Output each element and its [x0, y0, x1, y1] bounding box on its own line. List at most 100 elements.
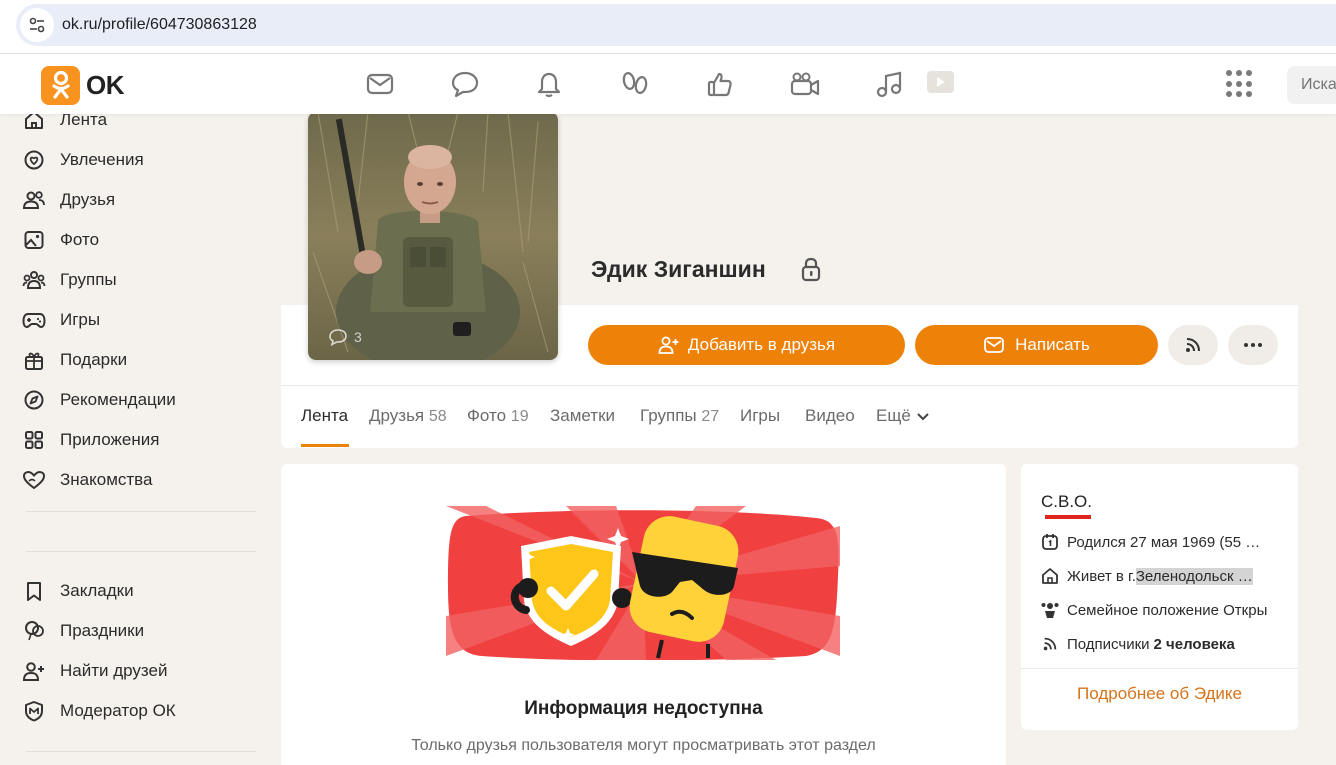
sidebar-item-label: Группы: [60, 270, 117, 289]
moderator-icon: [22, 699, 46, 723]
more-actions-button[interactable]: [1228, 325, 1278, 365]
sidebar-item-gifts[interactable]: Подарки: [22, 346, 127, 374]
add-friend-label: Добавить в друзья: [687, 335, 836, 354]
chevron-down-icon: [916, 413, 929, 421]
groups-icon: [22, 268, 46, 292]
sidebar-item-moderator[interactable]: Модератор ОК: [22, 697, 176, 725]
tab-groups[interactable]: Группы 27: [640, 406, 719, 426]
sidebar-item-bookmarks[interactable]: Закладки: [22, 577, 134, 605]
avatar-comments-count: 3: [354, 329, 362, 345]
sidebar-divider: [26, 511, 256, 512]
friends-icon: [22, 188, 46, 212]
avatar-comments[interactable]: 3: [328, 328, 362, 346]
active-tab-indicator: [301, 444, 349, 447]
subscribers-count: 2 человека: [1153, 635, 1235, 653]
subscribers-prefix: Подписчики: [1067, 635, 1150, 653]
more-about-link[interactable]: Подробнее об Эдике: [1021, 684, 1298, 704]
tab-count: 58: [428, 408, 447, 425]
family-text: Семейное положение Откры: [1067, 601, 1268, 619]
chat-icon[interactable]: [449, 68, 481, 100]
add-friend-icon: [22, 659, 46, 683]
sidebar-item-label: Рекомендации: [60, 390, 176, 409]
gift-icon: [22, 348, 46, 372]
subscribers-row[interactable]: Подписчики 2 человека: [1040, 633, 1280, 655]
sidebar-item-label: Подарки: [60, 350, 128, 369]
sidebar-item-photo[interactable]: Фото: [22, 226, 99, 254]
profile-name: Эдик Зиганшин: [591, 256, 766, 282]
write-message-button[interactable]: Написать: [915, 325, 1158, 365]
tab-games[interactable]: Игры: [740, 406, 780, 426]
tab-label: Заметки: [550, 406, 616, 425]
birthday-text: Родился 27 мая 1969 (55 …: [1067, 533, 1261, 551]
guests-icon[interactable]: [619, 68, 651, 100]
tab-video[interactable]: Видео: [805, 406, 855, 426]
sidebar-item-friends[interactable]: Друзья: [22, 186, 115, 214]
location-prefix: Живет в г.: [1067, 567, 1136, 585]
sidebar-divider: [26, 551, 256, 552]
sidebar-item-find-friends[interactable]: Найти друзей: [22, 657, 167, 685]
tab-feed[interactable]: Лента: [301, 406, 348, 426]
home-icon: [1040, 566, 1060, 586]
profile-avatar[interactable]: 3: [308, 112, 558, 360]
info-unavailable-text: Только друзья пользователя могут просмат…: [411, 737, 876, 754]
lock-icon[interactable]: [800, 256, 822, 287]
bookmark-icon: [22, 579, 46, 603]
sidebar-item-label: Праздники: [60, 621, 145, 640]
video-camera-icon[interactable]: [789, 68, 821, 100]
sidebar-item-label: Найти друзей: [60, 661, 168, 680]
tab-count: 19: [510, 408, 529, 425]
status-text: С.В.О.: [1041, 492, 1093, 511]
mail-icon: [984, 337, 1005, 353]
status-underline: [1045, 515, 1091, 519]
address-bar[interactable]: ok.ru/profile/604730863128: [16, 4, 1336, 46]
about-card-divider: [1021, 668, 1298, 669]
sidebar-item-label: Модератор ОК: [60, 701, 176, 720]
mail-icon[interactable]: [364, 68, 396, 100]
tab-more[interactable]: Ещё: [876, 406, 930, 426]
sidebar-item-dating[interactable]: Знакомства: [22, 466, 152, 494]
tab-photo[interactable]: Фото 19: [467, 406, 529, 426]
sidebar-item-hobbies[interactable]: Увлечения: [22, 146, 144, 174]
site-settings-icon[interactable]: [20, 8, 54, 42]
bell-icon[interactable]: [533, 68, 565, 100]
add-friend-icon: [658, 336, 679, 354]
sidebar-item-holidays[interactable]: Праздники: [22, 617, 144, 645]
sidebar-item-label: Фото: [60, 230, 100, 249]
subscribe-button[interactable]: [1168, 325, 1218, 365]
comment-icon: [329, 329, 347, 346]
gamepad-icon: [22, 308, 46, 332]
ok-logo[interactable]: OK: [41, 66, 125, 105]
sidebar-divider: [26, 751, 256, 752]
tab-label: Друзья: [369, 406, 425, 425]
search-input[interactable]: [1287, 66, 1336, 104]
play-icon[interactable]: [924, 66, 956, 98]
sidebar-item-games[interactable]: Игры: [22, 306, 100, 334]
tab-friends[interactable]: Друзья 58: [369, 406, 447, 426]
tabs-divider: [281, 385, 1298, 386]
tab-label: Видео: [805, 406, 855, 425]
tab-label: Ещё: [876, 406, 911, 425]
sidebar-item-label: Игры: [60, 310, 101, 329]
sidebar-item-label: Увлечения: [60, 150, 144, 169]
music-icon[interactable]: [873, 68, 905, 100]
tab-count: 27: [701, 408, 720, 425]
family-icon: [1040, 600, 1060, 620]
add-friend-button[interactable]: Добавить в друзья: [588, 325, 905, 365]
sidebar-item-recommendations[interactable]: Рекомендации: [22, 386, 176, 414]
location-city-link[interactable]: Зеленодольск …: [1135, 567, 1253, 585]
url-text[interactable]: ok.ru/profile/604730863128: [62, 16, 257, 34]
tab-label: Группы: [640, 406, 697, 425]
tab-label: Лента: [301, 406, 349, 425]
apps-grid-icon[interactable]: [1226, 70, 1254, 98]
birthday-row: Родился 27 мая 1969 (55 …: [1040, 531, 1280, 553]
sidebar-item-apps[interactable]: Приложения: [22, 426, 159, 454]
write-message-label: Написать: [1015, 335, 1090, 354]
calendar-icon: [1040, 532, 1060, 552]
ok-logo-icon: [41, 66, 80, 105]
privacy-illustration: [446, 506, 840, 665]
site-header: OK: [0, 54, 1336, 114]
like-icon[interactable]: [704, 68, 736, 100]
tab-notes[interactable]: Заметки: [550, 406, 615, 426]
browser-toolbar: ok.ru/profile/604730863128: [0, 0, 1336, 54]
sidebar-item-groups[interactable]: Группы: [22, 266, 117, 294]
